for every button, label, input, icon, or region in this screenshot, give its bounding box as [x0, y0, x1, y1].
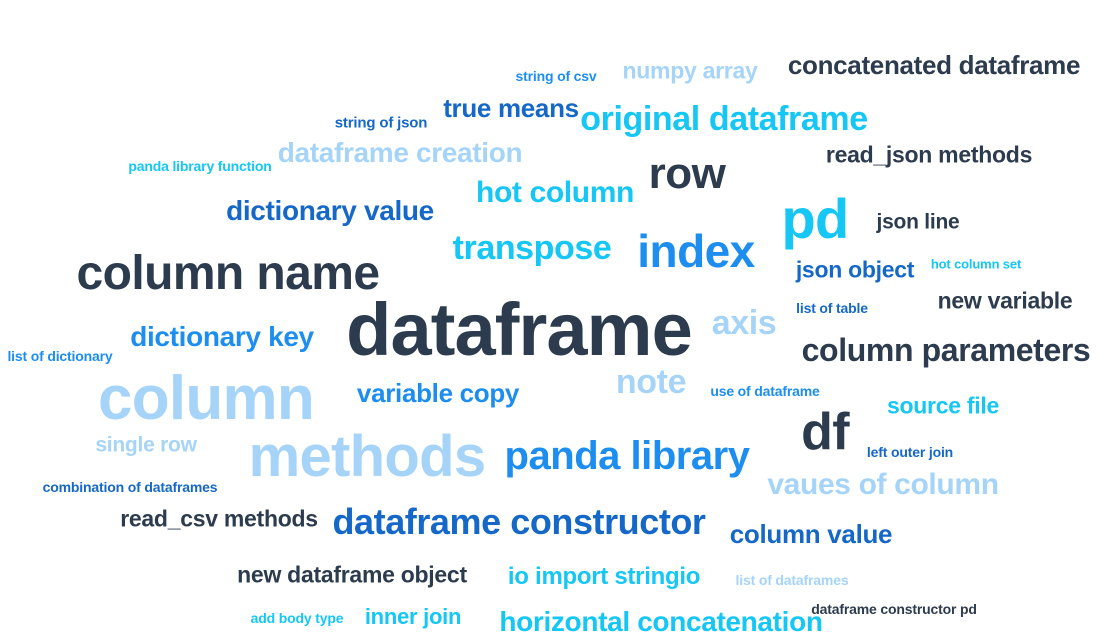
word-cloud-term: hot column set: [930, 256, 1022, 272]
word-cloud-term: vaues of column: [767, 468, 999, 501]
word-cloud-term: left outer join: [866, 444, 954, 460]
word-cloud-term: index: [637, 225, 755, 277]
word-cloud-term: original dataframe: [580, 100, 868, 138]
word-cloud-term: transpose: [452, 229, 612, 267]
word-cloud-term: dataframe constructor pd: [811, 601, 977, 617]
word-cloud-canvas: dataframe column methods column name pd df ind…: [0, 0, 1109, 643]
word-cloud-term: string of json: [334, 114, 428, 132]
word-cloud-term: use of dataframe: [710, 383, 820, 399]
word-cloud-term: numpy array: [622, 57, 758, 84]
word-cloud-term: methods: [248, 424, 487, 489]
word-cloud-term: json line: [876, 210, 960, 234]
word-cloud-term: axis: [711, 304, 777, 342]
word-cloud-term: string of csv: [515, 68, 597, 84]
word-cloud-term: column: [98, 364, 315, 433]
word-cloud-term: io import stringio: [507, 563, 701, 590]
word-cloud-term: read_json methods: [825, 141, 1033, 168]
word-cloud-term: true means: [443, 93, 579, 123]
word-cloud-term: variable copy: [356, 378, 520, 408]
word-cloud-term: list of dictionary: [7, 348, 113, 364]
word-cloud-term: hot column: [475, 176, 635, 209]
word-cloud-term: dataframe creation: [277, 137, 523, 168]
word-cloud-term: column parameters: [801, 332, 1091, 368]
word-cloud-term: panda library: [504, 434, 750, 478]
word-cloud-term: add body type: [250, 610, 344, 626]
word-cloud-term: json object: [795, 256, 915, 283]
word-cloud-term: single row: [95, 433, 197, 457]
word-cloud-term: new dataframe object: [237, 561, 467, 588]
word-cloud-term: concatenated dataframe: [787, 50, 1081, 80]
word-cloud-term: dataframe: [346, 288, 693, 371]
word-cloud-term: inner join: [364, 604, 462, 629]
word-cloud-term: df: [801, 403, 849, 461]
word-cloud-term: column value: [729, 519, 893, 549]
word-cloud-term: note: [615, 363, 687, 401]
word-cloud-term: list of table: [796, 300, 868, 316]
word-cloud-term: new variable: [937, 287, 1073, 314]
word-cloud-term: dictionary value: [226, 195, 434, 226]
word-cloud-term: column name: [76, 247, 380, 300]
word-cloud-term: row: [648, 149, 726, 198]
word-cloud-term: source file: [886, 392, 1000, 419]
word-cloud-term: read_csv methods: [120, 505, 318, 532]
word-cloud-term: pd: [781, 187, 849, 250]
word-cloud-term: panda library function: [128, 158, 272, 174]
word-cloud-term: combination of dataframes: [42, 479, 218, 495]
word-cloud-term: list of dataframes: [735, 572, 849, 588]
word-cloud-term: dataframe constructor: [332, 501, 706, 542]
word-cloud-term: horizontal concatenation: [499, 606, 823, 637]
word-cloud-term: dictionary key: [130, 321, 314, 352]
